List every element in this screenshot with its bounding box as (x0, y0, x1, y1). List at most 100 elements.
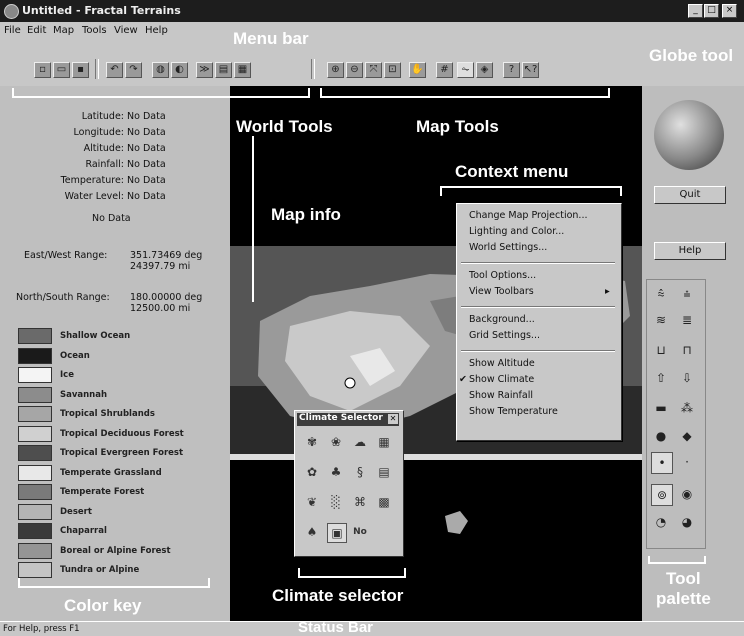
callout-climate-selector: Climate selector (272, 586, 404, 605)
soft-brush-icon[interactable]: ◉ (677, 484, 697, 504)
callout-map-info: Map info (271, 205, 341, 224)
scan-icon[interactable]: ⏦ (457, 62, 474, 78)
temperature-row: Temperature: No Data (0, 175, 166, 186)
climate-tool-icon[interactable]: ✿ (303, 463, 321, 481)
climate-tool-icon[interactable]: ❦ (303, 493, 321, 511)
menu-tools[interactable]: Tools (82, 25, 107, 36)
maximize-button[interactable]: □ (704, 4, 719, 18)
open-folder-icon[interactable]: ▭ (53, 62, 70, 78)
globe-spin-icon[interactable]: ◐ (171, 62, 188, 78)
menu-show-climate[interactable]: Show Climate (469, 374, 534, 385)
undo-icon[interactable]: ↶ (106, 62, 123, 78)
climate-tool-icon[interactable]: ♣ (327, 463, 345, 481)
fill-icon[interactable]: ◕ (677, 512, 697, 532)
raise-terrain-icon[interactable]: ⩯ (651, 284, 671, 304)
zoom-out-icon[interactable]: ⊖ (346, 62, 363, 78)
menu-file[interactable]: File (4, 25, 21, 36)
layers-icon[interactable]: ◈ (476, 62, 493, 78)
medium-brush-icon[interactable]: ◆ (677, 426, 697, 446)
color-key-row: Tundra or Alpine (18, 562, 206, 579)
climate-tool-icon[interactable]: § (351, 463, 369, 481)
context-help-icon[interactable]: ↖? (522, 62, 539, 78)
redo-icon[interactable]: ↷ (125, 62, 142, 78)
close-button[interactable]: × (722, 4, 737, 18)
menu-change-map-projection[interactable]: Change Map Projection... (469, 210, 588, 221)
menu-show-temperature[interactable]: Show Temperature (469, 406, 558, 417)
color-swatch (18, 347, 52, 364)
color-key-row: Shallow Ocean (18, 328, 206, 345)
sharp-brush-icon[interactable]: ⊚ (651, 484, 673, 506)
small-brush-icon[interactable]: • (651, 452, 673, 474)
app-icon[interactable] (4, 4, 19, 19)
menu-help[interactable]: Help (145, 25, 168, 36)
callout-context-menu: Context menu (455, 162, 569, 181)
menu-view[interactable]: View (114, 25, 138, 36)
raise-arrow-icon[interactable]: ⇧ (651, 368, 671, 388)
palette-icon[interactable]: ▦ (234, 62, 251, 78)
menu-map[interactable]: Map (53, 25, 74, 36)
minimize-button[interactable]: _ (688, 4, 703, 18)
climate-tool-icon[interactable]: ▩ (375, 493, 393, 511)
menu-view-toolbars[interactable]: View Toolbars (469, 286, 534, 297)
rough-terrain-icon[interactable]: ≣ (677, 310, 697, 330)
lower-column-icon[interactable]: ⊓ (677, 340, 697, 360)
climate-tool-icon[interactable]: ░ (327, 493, 345, 511)
rotate-icon[interactable]: ◔ (651, 512, 671, 532)
color-swatch (18, 445, 52, 461)
quit-button[interactable]: Quit (654, 186, 726, 204)
save-icon[interactable]: ▪ (72, 62, 89, 78)
latitude-row: Latitude: No Data (0, 111, 166, 122)
climate-tool-icon[interactable]: ⌘ (351, 493, 369, 511)
lower-terrain-icon[interactable]: ⩮ (677, 284, 697, 304)
bumps-icon[interactable]: ⁂ (677, 398, 697, 418)
color-key-label: Shallow Ocean (60, 331, 131, 341)
water-level-label: Water Level: (64, 191, 124, 202)
close-icon[interactable]: ✕ (388, 414, 398, 424)
globe-icon[interactable]: ◍ (152, 62, 169, 78)
color-key-row: Tropical Deciduous Forest (18, 425, 206, 443)
brush-icon[interactable]: ≫ (196, 62, 213, 78)
climate-tool-icon[interactable]: ❀ (327, 433, 345, 451)
zoom-in-icon[interactable]: ⊕ (327, 62, 344, 78)
large-brush-icon[interactable]: ● (651, 426, 671, 446)
raise-column-icon[interactable]: ⊔ (651, 340, 671, 360)
callout-map-tools: Map Tools (416, 117, 499, 136)
menu-show-rainfall[interactable]: Show Rainfall (469, 390, 533, 401)
climate-selector-bracket (298, 568, 406, 578)
menu-tool-options[interactable]: Tool Options... (469, 270, 536, 281)
menu-lighting-and-color[interactable]: Lighting and Color... (469, 226, 564, 237)
climate-tool-icon[interactable]: ☁ (351, 433, 369, 451)
climate-tool-icon[interactable]: ▦ (375, 433, 393, 451)
world-tools-bracket (12, 88, 310, 98)
color-swatch (18, 484, 52, 500)
zoom-fit-icon[interactable]: ⤧ (365, 62, 382, 78)
lower-arrow-icon[interactable]: ⇩ (677, 368, 697, 388)
globe-tool[interactable] (654, 100, 724, 170)
zoom-rect-icon[interactable]: ⊡ (384, 62, 401, 78)
no-climate-button[interactable]: No (351, 523, 369, 541)
grid-icon[interactable]: ▤ (215, 62, 232, 78)
help-button[interactable]: Help (654, 242, 726, 260)
callout-globe-tool: Globe tool (649, 46, 734, 65)
hand-icon[interactable]: ✋ (409, 62, 426, 78)
tiny-brush-icon[interactable]: · (677, 452, 697, 472)
flatten-icon[interactable]: ▬ (651, 398, 671, 418)
menu-background[interactable]: Background... (469, 314, 535, 325)
color-key-label: Boreal or Alpine Forest (60, 545, 171, 556)
grid-toggle-icon[interactable]: # (436, 62, 453, 78)
callout-tool-palette-2: palette (656, 589, 711, 608)
new-document-icon[interactable]: ▫ (34, 62, 51, 78)
help-icon[interactable]: ? (503, 62, 520, 78)
ns-range-deg: 180.00000 deg (130, 292, 203, 303)
menu-grid-settings[interactable]: Grid Settings... (469, 330, 540, 341)
color-swatch (18, 386, 52, 403)
climate-tool-icon[interactable]: ♠ (303, 523, 321, 541)
climate-tool-icon[interactable]: ✾ (303, 433, 321, 451)
climate-tool-selected-icon[interactable]: ▣ (327, 523, 347, 543)
menu-separator (461, 350, 615, 352)
menu-world-settings[interactable]: World Settings... (469, 242, 547, 253)
smooth-terrain-icon[interactable]: ≋ (651, 310, 671, 330)
menu-show-altitude[interactable]: Show Altitude (469, 358, 535, 369)
menu-edit[interactable]: Edit (27, 25, 46, 36)
climate-tool-icon[interactable]: ▤ (375, 463, 393, 481)
